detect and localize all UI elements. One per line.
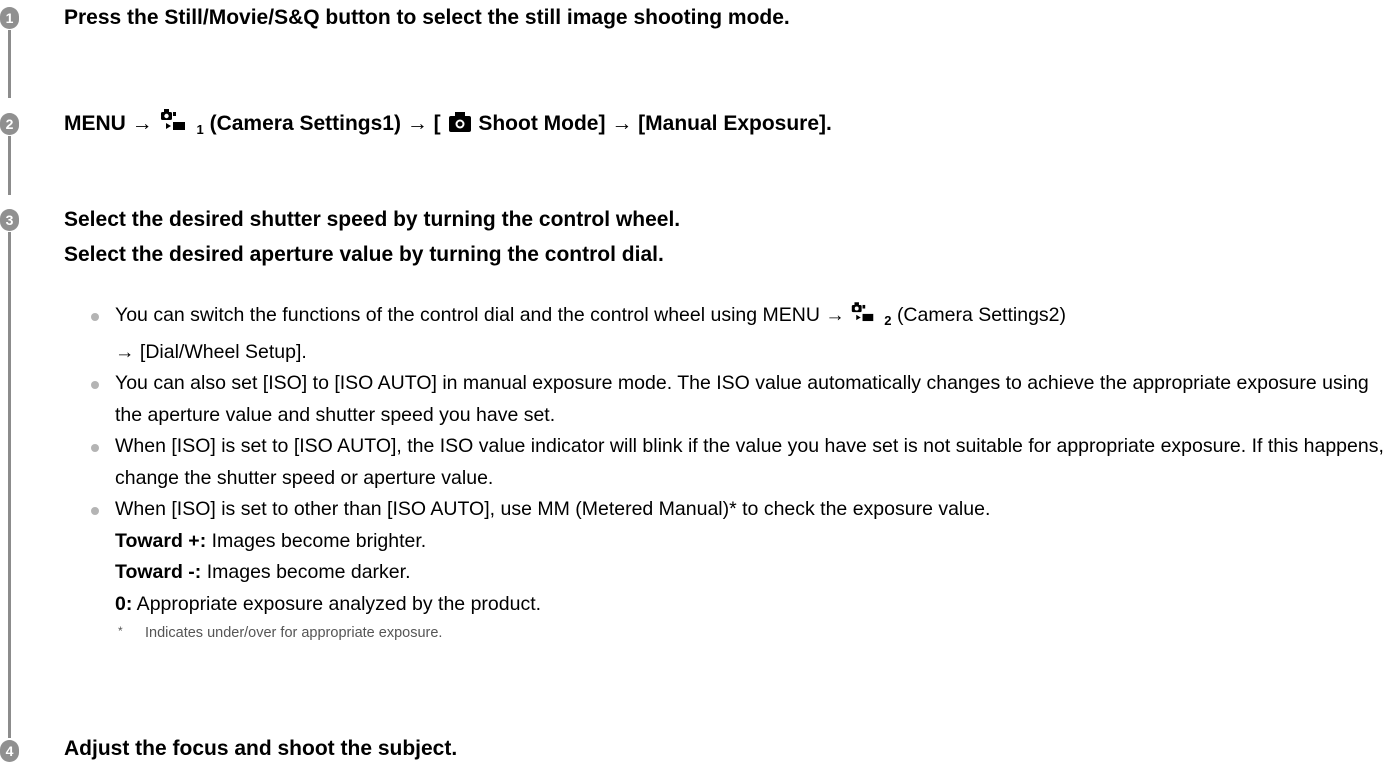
step-2-title: MENU → 1 (Camera Settings1) → [ Shoot Mo… bbox=[64, 106, 832, 147]
step-connector-line bbox=[8, 30, 11, 98]
list-item: You can switch the functions of the cont… bbox=[91, 300, 1387, 368]
step-number-badge: 4 bbox=[0, 740, 19, 762]
zero-line: 0: Appropriate exposure analyzed by the … bbox=[115, 589, 1387, 621]
zero-label: 0: bbox=[115, 592, 133, 615]
list-item: You can also set [ISO] to [ISO AUTO] in … bbox=[91, 368, 1387, 431]
step-1-title: Press the Still/Movie/S&Q button to sele… bbox=[64, 6, 790, 29]
step-number-badge: 1 bbox=[0, 7, 19, 29]
camera-settings-icon bbox=[850, 301, 884, 336]
toward-plus-line: Toward +: Images become brighter. bbox=[115, 526, 1387, 558]
bullet-text: You can also set [ISO] to [ISO AUTO] in … bbox=[115, 372, 1369, 426]
step-number-badge: 2 bbox=[0, 113, 19, 135]
step-number-badge: 3 bbox=[0, 209, 19, 231]
bullet-text: When [ISO] is set to [ISO AUTO], the ISO… bbox=[115, 435, 1384, 489]
toward-plus-label: Toward +: bbox=[115, 529, 207, 552]
settings-tab-number: 1 bbox=[196, 122, 204, 137]
bullet-text: When [ISO] is set to other than [ISO AUT… bbox=[115, 498, 991, 520]
menu-path-text: MENU → bbox=[64, 112, 153, 135]
shoot-mode-text: Shoot Mode] → [Manual Exposure]. bbox=[478, 112, 832, 135]
toward-minus-text: Images become darker. bbox=[201, 561, 411, 583]
list-item: When [ISO] is set to [ISO AUTO], the ISO… bbox=[91, 431, 1387, 494]
toward-plus-text: Images become brighter. bbox=[206, 529, 427, 552]
bullet-text: (Camera Settings2) bbox=[896, 304, 1067, 326]
step-4-title: Adjust the focus and shoot the subject. bbox=[64, 737, 458, 760]
toward-minus-line: Toward -: Images become darker. bbox=[115, 557, 1387, 589]
bullet-text: → [Dial/Wheel Setup]. bbox=[115, 340, 307, 363]
camera-settings-text: (Camera Settings1) → [ bbox=[209, 112, 441, 135]
step-3-title-line-2: Select the desired aperture value by tur… bbox=[64, 243, 664, 266]
settings-tab-number: 2 bbox=[884, 313, 892, 328]
camera-settings-icon bbox=[159, 108, 197, 145]
still-camera-icon bbox=[447, 110, 473, 145]
step-3-title-line-1: Select the desired shutter speed by turn… bbox=[64, 208, 681, 231]
footnote-text: Indicates under/over for appropriate exp… bbox=[145, 625, 443, 641]
toward-minus-label: Toward -: bbox=[115, 561, 202, 583]
step-3-notes-list: You can switch the functions of the cont… bbox=[91, 300, 1387, 646]
footnote: * Indicates under/over for appropriate ex… bbox=[115, 620, 1387, 646]
bullet-text: You can switch the functions of the cont… bbox=[115, 304, 845, 326]
footnote-mark: * bbox=[118, 624, 123, 638]
list-item: When [ISO] is set to other than [ISO AUT… bbox=[91, 494, 1387, 646]
zero-text: Appropriate exposure analyzed by the pro… bbox=[132, 592, 542, 615]
step-connector-line bbox=[8, 136, 11, 195]
step-connector-line bbox=[8, 232, 11, 738]
